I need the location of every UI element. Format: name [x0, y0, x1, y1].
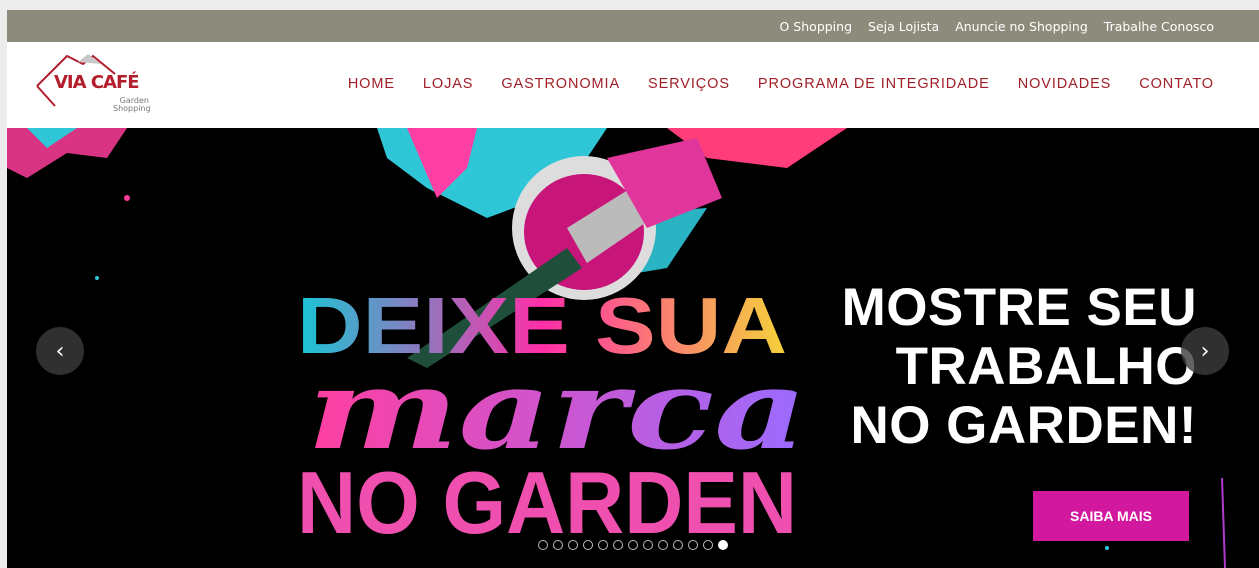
slider-dot[interactable] — [643, 540, 653, 550]
nav-item-programa-integridade[interactable]: PROGRAMA DE INTEGRIDADE — [758, 76, 990, 92]
nav-item-home[interactable]: HOME — [348, 76, 395, 92]
saiba-mais-button[interactable]: SAIBA MAIS — [1033, 491, 1189, 541]
logo-subtitle: Garden Shopping — [113, 97, 151, 113]
slider-dot[interactable] — [658, 540, 668, 550]
slider-dot[interactable] — [598, 540, 608, 550]
chevron-right-icon: › — [1200, 338, 1210, 364]
main-header: VIA CAFÉ Garden Shopping HOME LOJAS GAST… — [7, 42, 1259, 128]
nav-item-contato[interactable]: CONTATO — [1139, 76, 1214, 92]
headline-line1: MOSTRE SEU — [841, 278, 1197, 337]
hero-slider: DEIXE SUA marca NO GARDEN MOSTRE SEU TRA… — [7, 128, 1259, 568]
art-text-no-garden: NO GARDEN — [297, 453, 797, 552]
topbar-link-seja-lojista[interactable]: Seja Lojista — [868, 19, 939, 34]
slider-dot[interactable] — [673, 540, 683, 550]
slider-dot[interactable] — [583, 540, 593, 550]
slide-headline: MOSTRE SEU TRABALHO NO GARDEN! — [842, 278, 1197, 455]
logo-sub-line2: Shopping — [113, 104, 151, 113]
slider-prev-button[interactable]: ‹ — [36, 327, 84, 375]
topbar-link-trabalhe-conosco[interactable]: Trabalhe Conosco — [1104, 19, 1214, 34]
slider-dot[interactable] — [538, 540, 548, 550]
page: O Shopping Seja Lojista Anuncie no Shopp… — [7, 10, 1259, 568]
slider-dot[interactable] — [688, 540, 698, 550]
topbar-link-o-shopping[interactable]: O Shopping — [780, 19, 853, 34]
slider-pagination — [538, 540, 728, 550]
nav-item-lojas[interactable]: LOJAS — [423, 76, 473, 92]
chevron-left-icon: ‹ — [55, 338, 65, 364]
headline-line3: NO GARDEN! — [850, 396, 1197, 455]
slider-next-button[interactable]: › — [1181, 327, 1229, 375]
nav-item-novidades[interactable]: NOVIDADES — [1018, 76, 1112, 92]
logo-wordmark: VIA CAFÉ — [54, 72, 140, 93]
site-logo[interactable]: VIA CAFÉ Garden Shopping — [33, 50, 153, 120]
slider-dot[interactable] — [718, 540, 728, 550]
headline-line2: TRABALHO — [895, 337, 1197, 396]
nav-item-servicos[interactable]: SERVIÇOS — [648, 76, 730, 92]
slider-dot[interactable] — [613, 540, 623, 550]
nav-item-gastronomia[interactable]: GASTRONOMIA — [501, 76, 620, 92]
slider-dot[interactable] — [703, 540, 713, 550]
main-nav: HOME LOJAS GASTRONOMIA SERVIÇOS PROGRAMA… — [348, 76, 1214, 92]
topbar-link-anuncie[interactable]: Anuncie no Shopping — [955, 19, 1088, 34]
slider-dot[interactable] — [628, 540, 638, 550]
slider-dot[interactable] — [568, 540, 578, 550]
top-utility-bar: O Shopping Seja Lojista Anuncie no Shopp… — [7, 10, 1259, 42]
slider-dot[interactable] — [553, 540, 563, 550]
